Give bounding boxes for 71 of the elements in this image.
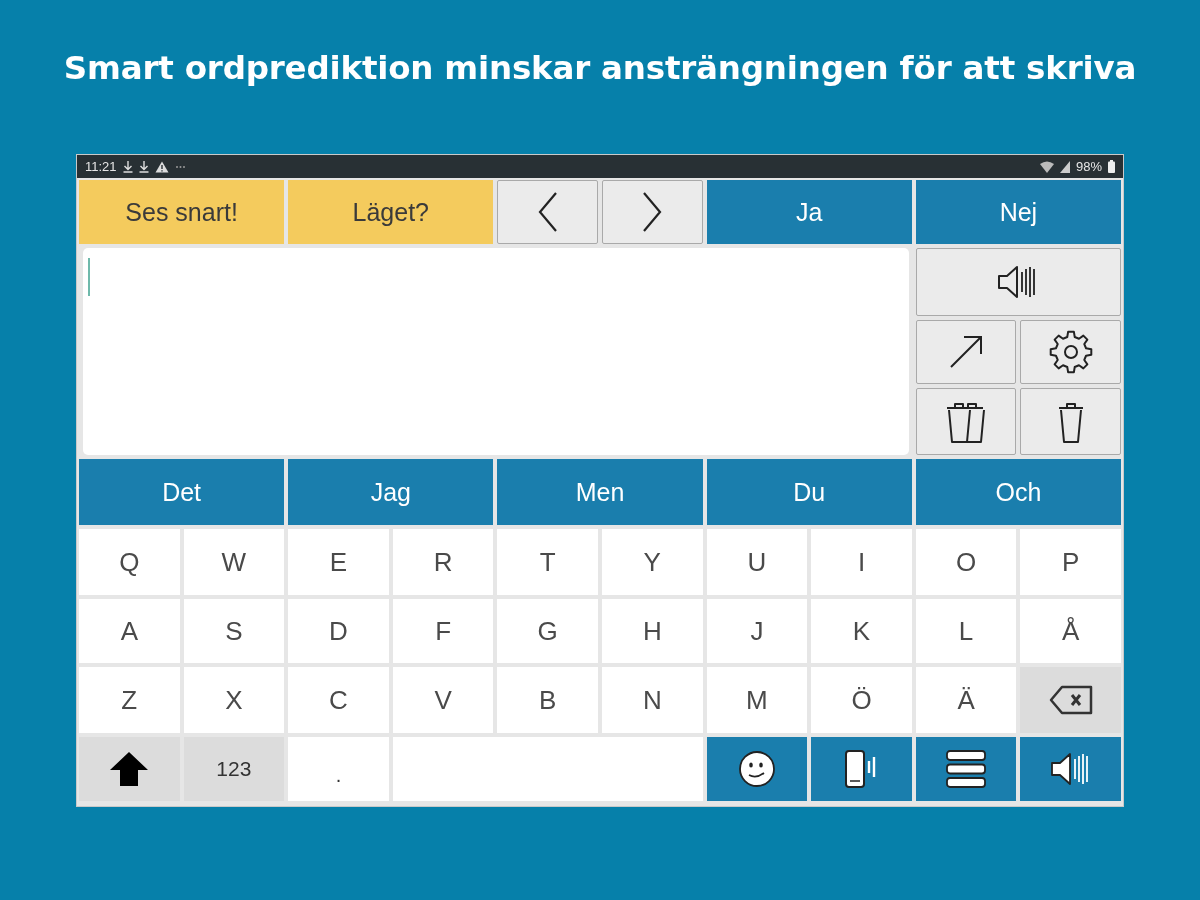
delete-button[interactable] [1020,388,1121,455]
backspace-icon [1048,685,1093,715]
keyboard-key[interactable]: P [1020,529,1121,595]
shift-key[interactable] [79,737,180,801]
signal-icon [1059,160,1070,173]
download-icon [138,160,149,173]
answer-button[interactable]: Ja [706,180,912,244]
word-prediction-button[interactable]: Du [706,459,912,525]
word-prediction-button[interactable]: Det [79,459,285,525]
keyboard-key[interactable]: B [497,667,598,733]
keyboard-key[interactable]: I [811,529,912,595]
keyboard-key[interactable]: R [392,529,494,595]
wifi-icon [1039,160,1054,173]
word-prediction-button[interactable]: Och [915,459,1121,525]
keyboard-key[interactable]: S [183,599,285,663]
keyboard-key[interactable]: X [183,667,285,733]
number-mode-key[interactable]: 123 [183,737,285,801]
menu-icon [945,749,988,789]
keyboard-key[interactable]: E [288,529,389,595]
phrase-button[interactable]: Läget? [288,180,494,244]
keyboard-key[interactable]: N [602,667,703,733]
emoji-button[interactable] [706,737,808,801]
dots-icon [174,164,185,169]
speak-button[interactable] [1020,737,1121,801]
keyboard-key[interactable]: Q [79,529,180,595]
message-field[interactable] [83,248,909,455]
keyboard-key[interactable]: Y [602,529,703,595]
keyboard-key[interactable]: V [392,667,494,733]
keyboard-key[interactable]: H [602,599,703,663]
phrase-button[interactable]: Ses snart! [79,180,285,244]
menu-button[interactable] [915,737,1017,801]
keyboard-key[interactable]: Ä [915,667,1017,733]
phone-button[interactable] [811,737,912,801]
keyboard-key[interactable]: W [183,529,285,595]
settings-icon [1048,330,1093,374]
keyboard-key[interactable]: M [706,667,808,733]
keyboard-key[interactable]: K [811,599,912,663]
arrow-up-right-icon [948,334,985,370]
battery-level: 98% [1075,159,1102,174]
chevron-right-icon [641,192,664,232]
speak-button[interactable] [915,248,1121,316]
word-prediction-button[interactable]: Jag [288,459,494,525]
keyboard-key[interactable]: L [915,599,1017,663]
keyboard-key[interactable]: A [79,599,180,663]
keyboard-key[interactable]: J [706,599,808,663]
chevron-left-icon [536,192,559,232]
headline: Smart ordprediktion minskar ansträngningen för att skriva [63,48,1137,89]
keyboard-key[interactable]: F [392,599,494,663]
text-cursor-icon [88,258,90,296]
warning-icon [154,160,169,173]
download-icon [122,160,133,173]
clear-all-button[interactable] [915,388,1017,455]
keyboard-key[interactable]: C [288,667,389,733]
backspace-key[interactable] [1020,667,1121,733]
keyboard-key[interactable]: G [497,599,598,663]
keyboard-key[interactable]: U [706,529,808,595]
settings-button[interactable] [1020,320,1121,384]
keyboard-key[interactable]: Å [1020,599,1121,663]
word-prediction-button[interactable]: Men [497,459,703,525]
battery-icon [1108,160,1115,173]
keyboard-key[interactable]: T [497,529,598,595]
share-button[interactable] [915,320,1017,384]
keyboard-key[interactable]: O [915,529,1017,595]
keyboard-key[interactable]: Z [79,667,180,733]
keyboard-key[interactable]: Ö [811,667,912,733]
smiley-icon [737,750,776,788]
answer-button[interactable]: Nej [915,180,1121,244]
period-key[interactable]: . [288,737,389,801]
keyboard-key[interactable]: D [288,599,389,663]
status-time: 11:21 [85,159,117,174]
shift-icon [109,751,150,787]
